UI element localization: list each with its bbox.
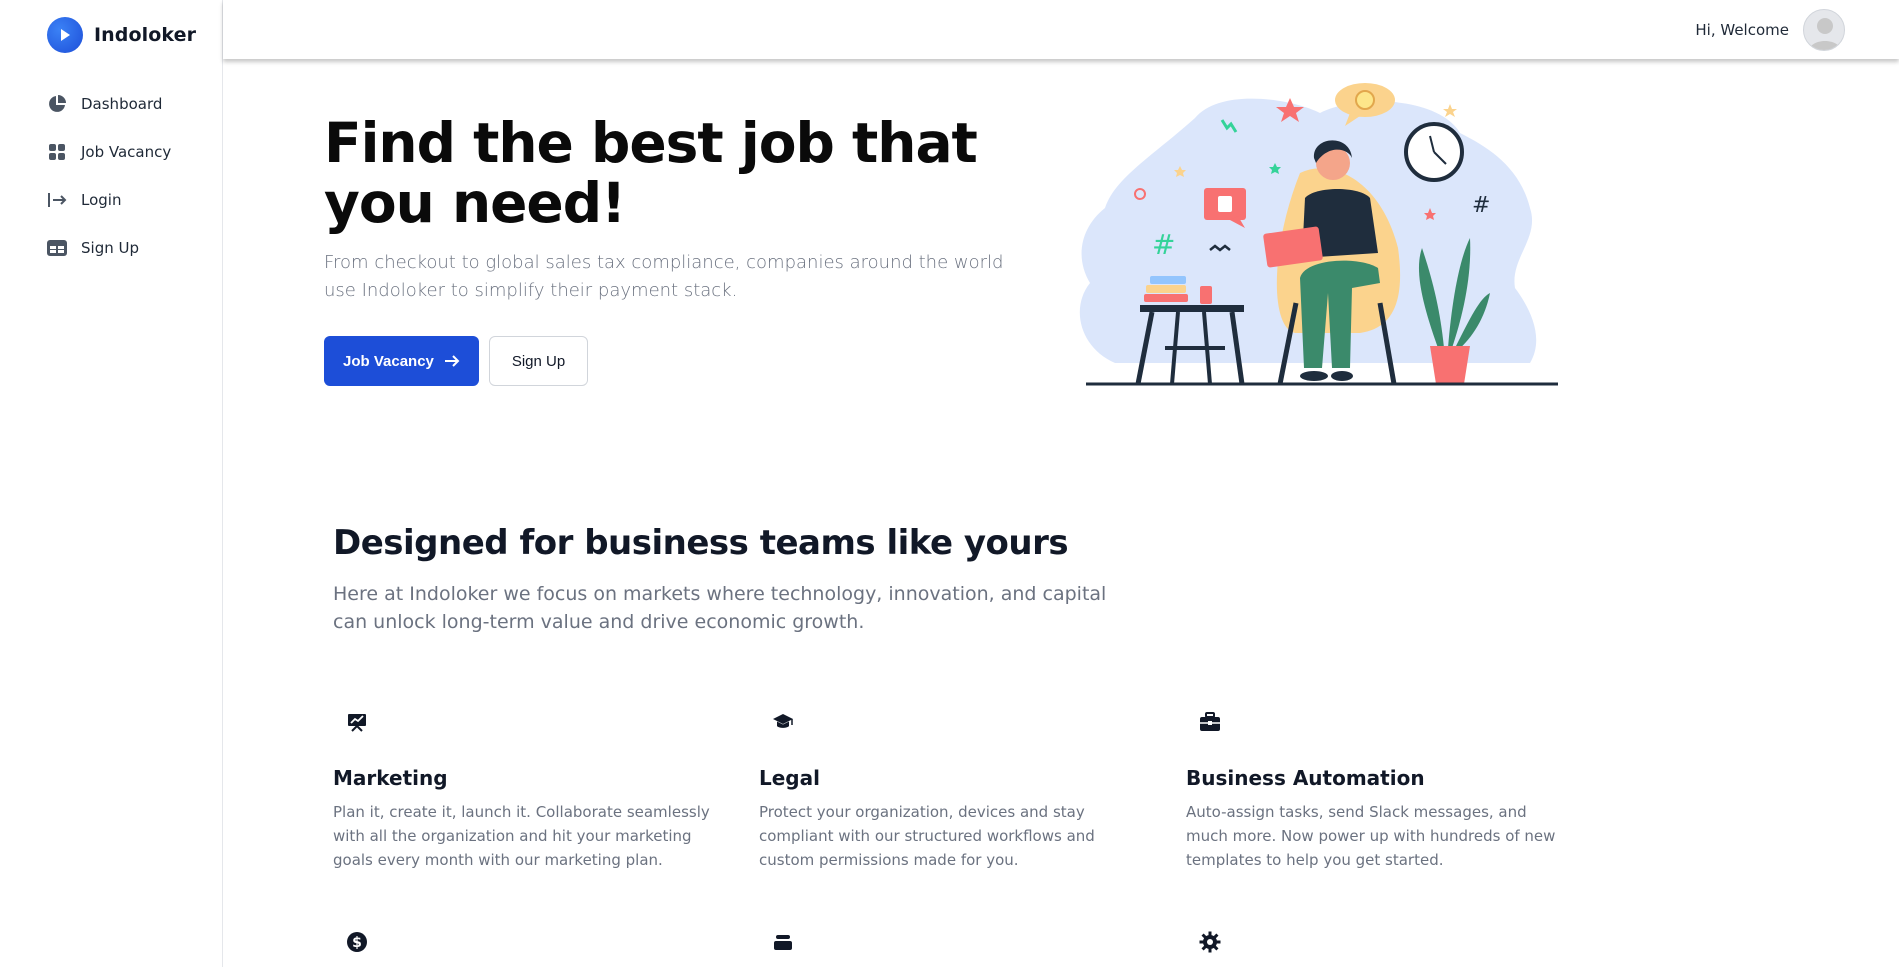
grid-icon bbox=[47, 142, 67, 162]
presentation-chart-icon bbox=[348, 714, 366, 732]
sidebar-item-label: Dashboard bbox=[81, 95, 163, 113]
hero-illustration: # # bbox=[1079, 83, 1558, 386]
sidebar-item-label: Job Vacancy bbox=[81, 143, 172, 161]
feature-legal: Legal Protect your organization, devices… bbox=[759, 710, 1159, 872]
briefcase-icon bbox=[1200, 712, 1220, 731]
pie-chart-icon bbox=[47, 94, 67, 114]
arrow-right-icon bbox=[444, 355, 460, 367]
sidebar-item-dashboard[interactable]: Dashboard bbox=[47, 80, 171, 128]
svg-text:#: # bbox=[1472, 193, 1490, 218]
graduation-cap-icon bbox=[773, 714, 793, 728]
sign-up-button-label: Sign Up bbox=[511, 352, 566, 370]
top-bar: Hi, Welcome bbox=[223, 0, 1899, 59]
feature-description: Protect your organization, devices and s… bbox=[759, 803, 1095, 869]
stack-icon bbox=[774, 935, 792, 950]
brand-name: Indoloker bbox=[94, 24, 197, 46]
svg-text:$: $ bbox=[352, 935, 362, 951]
feature-business-automation: Business Automation Auto-assign tasks, s… bbox=[1186, 710, 1586, 872]
user-avatar-icon[interactable] bbox=[1803, 9, 1845, 51]
sign-up-button[interactable]: Sign Up bbox=[489, 336, 588, 386]
sidebar-item-label: Sign Up bbox=[81, 239, 139, 257]
hero-subtitle: From checkout to global sales tax compli… bbox=[324, 252, 1004, 301]
brand-logo-icon bbox=[47, 17, 83, 53]
sidebar: Indoloker Dashboard Job Vacancy Login Si… bbox=[0, 0, 223, 967]
table-icon bbox=[47, 238, 67, 258]
feature-marketing: Marketing Plan it, create it, launch it.… bbox=[333, 710, 733, 872]
login-arrow-icon bbox=[47, 190, 67, 210]
sidebar-item-label: Login bbox=[81, 191, 122, 209]
hero-title: Find the best job that you need! bbox=[324, 111, 978, 235]
job-vacancy-button[interactable]: Job Vacancy bbox=[324, 336, 479, 386]
features-title: Designed for business teams like yours bbox=[333, 523, 1069, 563]
sidebar-nav: Dashboard Job Vacancy Login Sign Up bbox=[47, 80, 171, 272]
sidebar-item-job-vacancy[interactable]: Job Vacancy bbox=[47, 128, 171, 176]
feature-description: Plan it, create it, launch it. Collabora… bbox=[333, 803, 710, 869]
gear-icon bbox=[1199, 931, 1221, 953]
feature-title: Business Automation bbox=[1186, 766, 1425, 790]
welcome-text: Hi, Welcome bbox=[1695, 21, 1789, 39]
dollar-coin-icon: $ bbox=[347, 932, 367, 952]
brand[interactable]: Indoloker bbox=[47, 17, 196, 53]
feature-title: Legal bbox=[759, 766, 820, 790]
features-subtitle: Here at Indoloker we focus on markets wh… bbox=[333, 583, 1107, 633]
svg-text:#: # bbox=[1152, 228, 1175, 261]
sidebar-item-login[interactable]: Login bbox=[47, 176, 171, 224]
feature-title: Marketing bbox=[333, 766, 448, 790]
sidebar-item-sign-up[interactable]: Sign Up bbox=[47, 224, 171, 272]
feature-description: Auto-assign tasks, send Slack messages, … bbox=[1186, 803, 1556, 869]
job-vacancy-button-label: Job Vacancy bbox=[343, 352, 434, 370]
